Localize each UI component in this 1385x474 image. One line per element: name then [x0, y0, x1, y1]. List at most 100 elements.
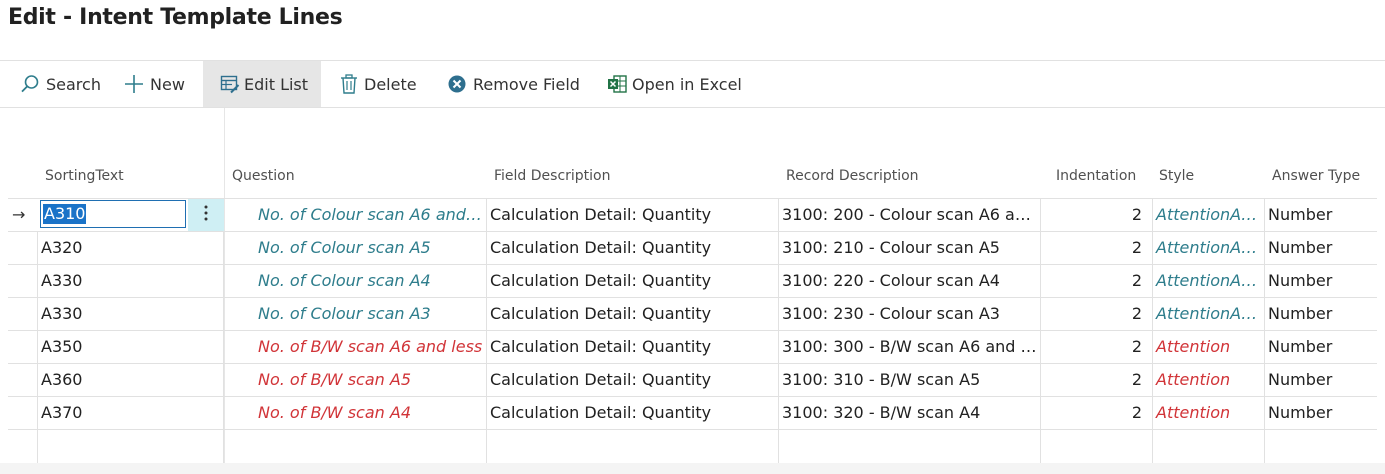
style-cell[interactable]: Attention [1153, 331, 1265, 363]
edit-list-label: Edit List [244, 74, 309, 94]
page: Edit - Intent Template Lines Search New … [0, 0, 1385, 474]
question-cell[interactable]: No. of Colour scan A5 [224, 232, 487, 264]
answer-type-cell[interactable]: Number [1265, 199, 1377, 231]
sortingtext-field[interactable]: A310 [40, 200, 186, 228]
row-actions-cell[interactable] [188, 232, 224, 264]
lines-grid: SortingText Question Field Description R… [0, 108, 1385, 474]
new-line-row[interactable] [8, 429, 1377, 464]
record-description-cell[interactable]: 3100: 320 - B/W scan A4 [779, 397, 1041, 429]
column-header-indentation[interactable]: Indentation [1056, 168, 1136, 184]
delete-label: Delete [364, 74, 417, 94]
row-indicator-cell [8, 331, 38, 363]
field-description-cell[interactable]: Calculation Detail: Quantity [487, 364, 779, 396]
table-row[interactable]: A350 No. of B/W scan A6 and less Calcula… [8, 330, 1377, 363]
row-actions-cell[interactable] [188, 364, 224, 396]
plus-icon [124, 74, 144, 94]
delete-button[interactable]: Delete [340, 61, 417, 107]
style-cell[interactable]: AttentionAccent [1153, 199, 1265, 231]
search-icon [20, 74, 40, 94]
column-header-question[interactable]: Question [232, 168, 295, 184]
answer-type-cell[interactable]: Number [1265, 298, 1377, 330]
column-header-answer-type[interactable]: Answer Type [1272, 168, 1360, 184]
row-actions-cell[interactable] [188, 397, 224, 429]
indentation-cell[interactable] [1041, 430, 1153, 464]
record-description-cell[interactable]: 3100: 210 - Colour scan A5 [779, 232, 1041, 264]
indentation-cell[interactable]: 2 [1041, 298, 1153, 330]
sortingtext-cell[interactable]: A350 [38, 331, 188, 363]
column-header-record-description[interactable]: Record Description [786, 168, 919, 184]
field-description-cell[interactable]: Calculation Detail: Quantity [487, 232, 779, 264]
field-description-cell[interactable]: Calculation Detail: Quantity [487, 298, 779, 330]
field-description-cell[interactable]: Calculation Detail: Quantity [487, 265, 779, 297]
indentation-cell[interactable]: 2 [1041, 397, 1153, 429]
more-options-icon [204, 205, 208, 225]
record-description-cell[interactable]: 3100: 230 - Colour scan A3 [779, 298, 1041, 330]
answer-type-cell[interactable]: Number [1265, 397, 1377, 429]
answer-type-cell[interactable]: Number [1265, 364, 1377, 396]
style-cell[interactable]: Attention [1153, 397, 1265, 429]
table-row[interactable]: A330 No. of Colour scan A4 Calculation D… [8, 264, 1377, 297]
question-cell[interactable]: No. of Colour scan A6 and less [224, 199, 487, 231]
record-description-cell[interactable] [779, 430, 1041, 464]
indentation-cell[interactable]: 2 [1041, 232, 1153, 264]
question-cell[interactable]: No. of B/W scan A6 and less [224, 331, 487, 363]
style-cell[interactable]: AttentionAccent [1153, 265, 1265, 297]
sortingtext-cell[interactable]: A330 [38, 298, 188, 330]
search-label: Search [46, 74, 101, 94]
horizontal-scrollbar[interactable] [0, 463, 1385, 474]
new-label: New [150, 74, 185, 94]
field-description-cell[interactable]: Calculation Detail: Quantity [487, 397, 779, 429]
answer-type-cell[interactable] [1265, 430, 1377, 464]
edit-list-button[interactable]: Edit List [203, 61, 321, 107]
row-indicator-cell [8, 430, 38, 464]
table-row[interactable]: → A310 No. of Colour scan A6 and less Ca… [8, 198, 1377, 231]
column-header-field-description[interactable]: Field Description [494, 168, 611, 184]
row-actions-button[interactable] [188, 199, 224, 231]
question-cell[interactable] [224, 430, 487, 464]
open-in-excel-button[interactable]: Open in Excel [607, 61, 742, 107]
style-cell[interactable]: AttentionAccent [1153, 298, 1265, 330]
table-row[interactable]: A320 No. of Colour scan A5 Calculation D… [8, 231, 1377, 264]
indentation-cell[interactable]: 2 [1041, 199, 1153, 231]
row-indicator-cell [8, 232, 38, 264]
row-actions-cell[interactable] [188, 298, 224, 330]
record-description-cell[interactable]: 3100: 220 - Colour scan A4 [779, 265, 1041, 297]
field-description-cell[interactable] [487, 430, 779, 464]
row-indicator-cell [8, 397, 38, 429]
answer-type-cell[interactable]: Number [1265, 331, 1377, 363]
field-description-cell[interactable]: Calculation Detail: Quantity [487, 199, 779, 231]
action-bar: Search New Edit List Delete Remove Field [0, 60, 1385, 108]
question-cell[interactable]: No. of Colour scan A3 [224, 298, 487, 330]
table-row[interactable]: A370 No. of B/W scan A4 Calculation Deta… [8, 396, 1377, 429]
field-description-cell[interactable]: Calculation Detail: Quantity [487, 331, 779, 363]
indentation-cell[interactable]: 2 [1041, 364, 1153, 396]
record-description-cell[interactable]: 3100: 310 - B/W scan A5 [779, 364, 1041, 396]
new-button[interactable]: New [124, 61, 185, 107]
indentation-cell[interactable]: 2 [1041, 265, 1153, 297]
indentation-cell[interactable]: 2 [1041, 331, 1153, 363]
style-cell[interactable]: Attention [1153, 364, 1265, 396]
sortingtext-cell[interactable]: A370 [38, 397, 188, 429]
style-cell[interactable] [1153, 430, 1265, 464]
question-cell[interactable]: No. of B/W scan A5 [224, 364, 487, 396]
table-row[interactable]: A360 No. of B/W scan A5 Calculation Deta… [8, 363, 1377, 396]
sortingtext-cell[interactable]: A330 [38, 265, 188, 297]
question-cell[interactable]: No. of Colour scan A4 [224, 265, 487, 297]
column-header-style[interactable]: Style [1159, 168, 1194, 184]
column-header-sortingtext[interactable]: SortingText [45, 168, 124, 184]
style-cell[interactable]: AttentionAccent [1153, 232, 1265, 264]
answer-type-cell[interactable]: Number [1265, 232, 1377, 264]
remove-field-button[interactable]: Remove Field [447, 61, 580, 107]
answer-type-cell[interactable]: Number [1265, 265, 1377, 297]
sortingtext-cell[interactable]: A320 [38, 232, 188, 264]
sortingtext-cell[interactable] [38, 430, 188, 464]
row-actions-cell[interactable] [188, 430, 224, 464]
table-row[interactable]: A330 No. of Colour scan A3 Calculation D… [8, 297, 1377, 330]
row-actions-cell[interactable] [188, 331, 224, 363]
question-cell[interactable]: No. of B/W scan A4 [224, 397, 487, 429]
row-actions-cell[interactable] [188, 265, 224, 297]
record-description-cell[interactable]: 3100: 200 - Colour scan A6 and less [779, 199, 1041, 231]
search-button[interactable]: Search [20, 61, 101, 107]
record-description-cell[interactable]: 3100: 300 - B/W scan A6 and less [779, 331, 1041, 363]
sortingtext-cell[interactable]: A360 [38, 364, 188, 396]
